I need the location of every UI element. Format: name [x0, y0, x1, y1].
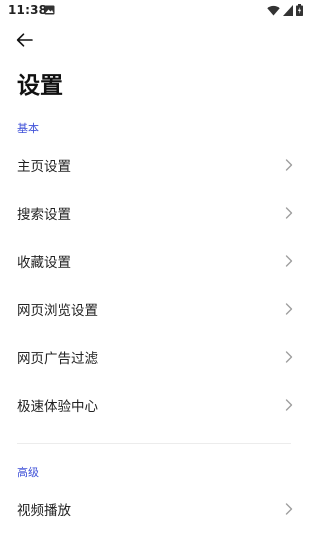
- gallery-icon: [44, 5, 55, 15]
- settings-item-label: 收藏设置: [17, 255, 71, 271]
- settings-item-label: 视频播放: [17, 503, 71, 519]
- settings-item-speed-center[interactable]: 极速体验中心: [0, 382, 309, 428]
- battery-icon: [296, 4, 303, 16]
- chevron-right-icon: [285, 207, 293, 219]
- back-button[interactable]: [10, 28, 38, 52]
- settings-item-video-playback[interactable]: 视频播放: [0, 486, 309, 532]
- wifi-icon: [267, 5, 280, 15]
- section-header-advanced: 高级: [17, 466, 39, 479]
- chevron-right-icon: [285, 351, 293, 363]
- chevron-right-icon: [285, 399, 293, 411]
- chevron-right-icon: [285, 159, 293, 171]
- chevron-right-icon: [285, 503, 293, 515]
- settings-item-search[interactable]: 搜索设置: [0, 190, 309, 236]
- status-time: 11:38: [8, 3, 48, 17]
- page-title: 设置: [17, 73, 63, 99]
- status-bar: 11:38: [0, 0, 309, 22]
- signal-icon: [283, 4, 293, 16]
- arrow-left-icon: [16, 33, 33, 47]
- settings-item-ad-filter[interactable]: 网页广告过滤: [0, 334, 309, 380]
- settings-item-label: 网页广告过滤: [17, 351, 98, 367]
- section-header-basic: 基本: [17, 122, 39, 135]
- settings-item-label: 网页浏览设置: [17, 303, 98, 319]
- settings-item-label: 主页设置: [17, 159, 71, 175]
- settings-item-label: 极速体验中心: [17, 399, 98, 415]
- settings-item-favorites[interactable]: 收藏设置: [0, 238, 309, 284]
- section-divider: [17, 443, 291, 444]
- settings-item-browsing[interactable]: 网页浏览设置: [0, 286, 309, 332]
- settings-item-label: 搜索设置: [17, 207, 71, 223]
- chevron-right-icon: [285, 255, 293, 267]
- chevron-right-icon: [285, 303, 293, 315]
- status-icons: [267, 4, 303, 16]
- settings-item-homepage[interactable]: 主页设置: [0, 142, 309, 188]
